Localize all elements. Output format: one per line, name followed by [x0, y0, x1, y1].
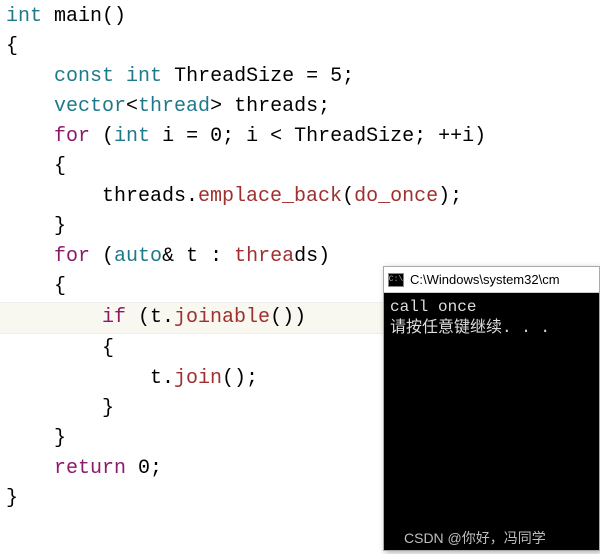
keyword-type: int: [6, 5, 42, 28]
code-text: 0;: [126, 457, 162, 480]
func-joinable: joinable: [174, 306, 270, 329]
code-line: threads.emplace_back(do_once);: [0, 182, 600, 212]
code-line: int main(): [0, 2, 600, 32]
brace: }: [6, 215, 66, 238]
brace: {: [6, 155, 66, 178]
code-text: ds): [294, 245, 330, 268]
angle-bracket: <: [126, 95, 138, 118]
brace: {: [6, 275, 66, 298]
indent: [6, 125, 54, 148]
code-text: t.: [6, 367, 174, 390]
paren: (: [90, 245, 114, 268]
func-join: join: [174, 367, 222, 390]
brace: }: [6, 397, 114, 420]
code-line: for (int i = 0; i < ThreadSize; ++i): [0, 122, 600, 152]
keyword-return: return: [54, 457, 126, 480]
paren: );: [438, 185, 462, 208]
code-text: ()): [270, 306, 306, 329]
identifier: main: [42, 5, 102, 28]
code-text: threads;: [222, 95, 330, 118]
keyword-const: const: [54, 65, 114, 88]
keyword-thread: thread: [138, 95, 210, 118]
cmd-icon: C:\: [388, 273, 404, 287]
indent: [6, 95, 54, 118]
code-text: i = 0; i < ThreadSize; ++i): [150, 125, 486, 148]
brace: }: [6, 427, 66, 450]
space: [114, 65, 126, 88]
watermark: CSDN @你好，冯同学: [404, 528, 546, 548]
code-text: (t.: [126, 306, 174, 329]
paren: (: [90, 125, 114, 148]
brace: }: [6, 487, 18, 510]
angle-bracket: >: [210, 95, 222, 118]
terminal-output-line: 请按任意键继续. . .: [390, 318, 593, 339]
arg-do-once: do_once: [354, 185, 438, 208]
paren: (: [342, 185, 354, 208]
code-text: ();: [222, 367, 258, 390]
keyword-for: for: [54, 245, 90, 268]
code-line: const int ThreadSize = 5;: [0, 62, 600, 92]
code-text: ThreadSize = 5;: [162, 65, 354, 88]
terminal-window[interactable]: C:\ C:\Windows\system32\cm call once 请按任…: [383, 266, 600, 551]
indent: [6, 457, 54, 480]
code-line: }: [0, 212, 600, 242]
indent: [6, 306, 102, 329]
code-line: vector<thread> threads;: [0, 92, 600, 122]
amp: & t :: [162, 245, 234, 268]
parens: (): [102, 5, 126, 28]
keyword-vector: vector: [54, 95, 126, 118]
terminal-titlebar[interactable]: C:\ C:\Windows\system32\cm: [384, 267, 599, 293]
brace: {: [6, 35, 18, 58]
keyword-for: for: [54, 125, 90, 148]
brace: {: [6, 337, 114, 360]
code-text: threads.: [6, 185, 198, 208]
keyword-int: int: [126, 65, 162, 88]
terminal-body[interactable]: call once 请按任意键继续. . .: [384, 293, 599, 343]
terminal-title: C:\Windows\system32\cm: [410, 272, 560, 287]
func-emplace-back: emplace_back: [198, 185, 342, 208]
code-line: {: [0, 32, 600, 62]
terminal-output-line: call once: [390, 297, 593, 318]
keyword-auto: auto: [114, 245, 162, 268]
code-line: {: [0, 152, 600, 182]
var-threads: threa: [234, 245, 294, 268]
indent: [6, 245, 54, 268]
keyword-if: if: [102, 306, 126, 329]
indent: [6, 65, 54, 88]
keyword-int: int: [114, 125, 150, 148]
